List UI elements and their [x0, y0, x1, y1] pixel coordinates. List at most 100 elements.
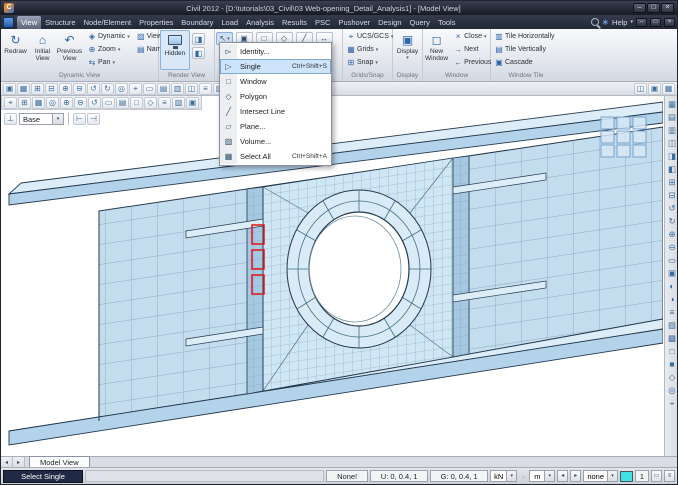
window-command-button[interactable]: × Close ▾ — [451, 30, 495, 43]
grids-snap-button[interactable]: ⌖ UCS/GCS ▾ — [344, 30, 395, 43]
snap-toolbar-icon[interactable]: ↺ — [88, 97, 101, 109]
snap-toolbar-icon[interactable]: ⊖ — [74, 97, 87, 109]
close-icon[interactable]: × — [661, 3, 674, 13]
right-toolbar-icon[interactable]: ◨ — [666, 150, 678, 163]
toolbar-right-icon[interactable]: ◫ — [634, 83, 647, 95]
snap-toolbar-icon[interactable]: ◎ — [46, 97, 59, 109]
toolbar-right-icon[interactable]: ▣ — [648, 83, 661, 95]
toolbar-icon[interactable]: ⊞ — [31, 83, 44, 95]
right-toolbar-icon[interactable]: ⌖ — [666, 397, 678, 410]
ribbon-tab[interactable]: Node/Element — [80, 16, 136, 29]
menu-item[interactable]: ▻ Identity... — [220, 44, 331, 59]
status-option2-icon[interactable]: ≡ — [664, 470, 675, 482]
ribbon-restore-icon[interactable]: □ — [650, 18, 661, 27]
unit-next-icon[interactable]: ▸ — [570, 470, 581, 482]
menu-item[interactable]: ▧ Volume... — [220, 134, 331, 149]
snap-toolbar-icon[interactable]: ▣ — [186, 97, 199, 109]
toolbar-icon[interactable]: ◎ — [115, 83, 128, 95]
window-tile-button[interactable]: ▤ Tile Vertically — [492, 43, 557, 56]
help-caret-icon[interactable]: ▾ — [630, 19, 633, 25]
menu-item[interactable]: ╱ Intersect Line — [220, 104, 331, 119]
activation-combo[interactable]: none ▾ — [583, 470, 618, 482]
render-option-icon[interactable]: ◧ — [192, 47, 205, 59]
toolbar-icon[interactable]: ▦ — [17, 83, 30, 95]
caret-down-icon[interactable]: ▾ — [52, 114, 63, 124]
ribbon-tab[interactable]: Results — [278, 16, 311, 29]
ribbon-tab[interactable]: Boundary — [177, 16, 217, 29]
menu-item[interactable]: ◇ Polygon — [220, 89, 331, 104]
right-toolbar-icon[interactable]: ⊟ — [666, 189, 678, 202]
right-toolbar-icon[interactable]: ▣ — [666, 267, 678, 280]
toolbar-icon[interactable]: ▣ — [3, 83, 16, 95]
window-command-button[interactable]: → Next — [451, 43, 495, 56]
dynamic-view-small-button[interactable]: ◈ Dynamic ▾ — [85, 30, 132, 43]
window-command-button[interactable]: ← Previous — [451, 56, 495, 69]
snap-toolbar-icon[interactable]: ⊕ — [60, 97, 73, 109]
dynamic-view-big-button[interactable]: ⌂ Initial View — [29, 30, 56, 70]
right-toolbar-icon[interactable]: ⊖ — [666, 241, 678, 254]
right-toolbar-icon[interactable]: ▩ — [666, 332, 678, 345]
count-field[interactable]: 1 — [635, 470, 649, 482]
ribbon-tab[interactable]: Tools — [434, 16, 460, 29]
grids-snap-button[interactable]: ▦ Grids ▾ — [344, 43, 395, 56]
plane-aux-icon[interactable]: ⊢ — [73, 113, 86, 125]
status-option1-icon[interactable]: ▭ — [651, 470, 662, 482]
menu-item[interactable]: ▱ Plane... — [220, 119, 331, 134]
model-view-3d[interactable] — [1, 99, 663, 456]
menu-item[interactable]: ▷ Single Ctrl+Shift+S — [220, 59, 331, 74]
toolbar-icon[interactable]: ▭ — [143, 83, 156, 95]
help-button[interactable]: Help — [612, 18, 627, 27]
hidden-render-button[interactable]: Hidden — [160, 30, 190, 70]
toolbar-icon[interactable]: ⊕ — [59, 83, 72, 95]
ribbon-minimize-icon[interactable]: – — [636, 18, 647, 27]
restore-icon[interactable]: □ — [647, 3, 660, 13]
right-toolbar-icon[interactable]: ↻ — [666, 215, 678, 228]
toolbar-icon[interactable]: ⊟ — [45, 83, 58, 95]
snap-toolbar-icon[interactable]: □ — [130, 97, 143, 109]
force-unit-combo[interactable]: kN ▾ — [490, 470, 517, 482]
snap-toolbar-icon[interactable]: ▧ — [172, 97, 185, 109]
render-option-icon[interactable]: ◨ — [192, 33, 205, 45]
snap-toolbar-icon[interactable]: ⌖ — [4, 97, 17, 109]
snap-toolbar-icon[interactable]: ⊞ — [18, 97, 31, 109]
toolbar-icon[interactable]: ↺ — [87, 83, 100, 95]
plane-combo[interactable]: Base ▾ — [19, 113, 64, 125]
minimize-icon[interactable]: – — [633, 3, 646, 13]
menu-item[interactable]: ▦ Select All Ctrl+Shift+A — [220, 149, 331, 164]
unit-prev-icon[interactable]: ◂ — [557, 470, 568, 482]
toolbar-icon[interactable]: ◫ — [185, 83, 198, 95]
window-tile-button[interactable]: ▥ Tile Horizontally — [492, 30, 557, 43]
right-toolbar-icon[interactable]: ◐ — [666, 280, 678, 293]
ribbon-tab[interactable]: View — [17, 16, 41, 29]
snap-toolbar-icon[interactable]: ◇ — [144, 97, 157, 109]
favorites-icon[interactable]: ∗ — [602, 17, 610, 28]
display-button[interactable]: ▣ Display ▾ — [394, 30, 421, 70]
toolbar-right-icon[interactable]: ▦ — [662, 83, 675, 95]
ribbon-tab[interactable]: Query — [406, 16, 434, 29]
snap-toolbar-icon[interactable]: ▤ — [116, 97, 129, 109]
toolbar-icon[interactable]: ⌖ — [129, 83, 142, 95]
length-unit-combo[interactable]: m ▾ — [529, 470, 555, 482]
dynamic-view-small-button[interactable]: ⊕ Zoom ▾ — [85, 43, 132, 56]
ribbon-close-icon[interactable]: × — [664, 18, 675, 27]
ribbon-tab[interactable]: Properties — [135, 16, 177, 29]
toolbar-icon[interactable]: ↻ — [101, 83, 114, 95]
right-toolbar-icon[interactable]: ≡ — [666, 306, 678, 319]
ribbon-tab[interactable]: Analysis — [242, 16, 278, 29]
right-toolbar-icon[interactable]: ■ — [666, 358, 678, 371]
right-toolbar-icon[interactable]: □ — [666, 345, 678, 358]
right-toolbar-icon[interactable]: ◫ — [666, 137, 678, 150]
toolbar-icon[interactable]: ▥ — [171, 83, 184, 95]
ribbon-tab[interactable]: Design — [374, 16, 405, 29]
toolbar-icon[interactable]: ⊖ — [73, 83, 86, 95]
ribbon-tab[interactable]: PSC — [311, 16, 334, 29]
right-toolbar-icon[interactable]: ▥ — [666, 124, 678, 137]
model-view-canvas[interactable]: ⌖⊞▦◎⊕⊖↺▭▤□◇≡▧▣ ⊥ Base ▾ ⊢⊣ — [1, 96, 664, 456]
toolbar-icon[interactable]: ▤ — [157, 83, 170, 95]
dynamic-view-big-button[interactable]: ↻ Redraw — [2, 30, 29, 70]
right-toolbar-icon[interactable]: ◇ — [666, 371, 678, 384]
dynamic-view-big-button[interactable]: ↶ Previous View — [56, 30, 83, 70]
window-tile-button[interactable]: ▣ Cascade — [492, 56, 557, 69]
right-toolbar-icon[interactable]: ▨ — [666, 319, 678, 332]
new-window-button[interactable]: ◻ New Window — [424, 30, 449, 70]
